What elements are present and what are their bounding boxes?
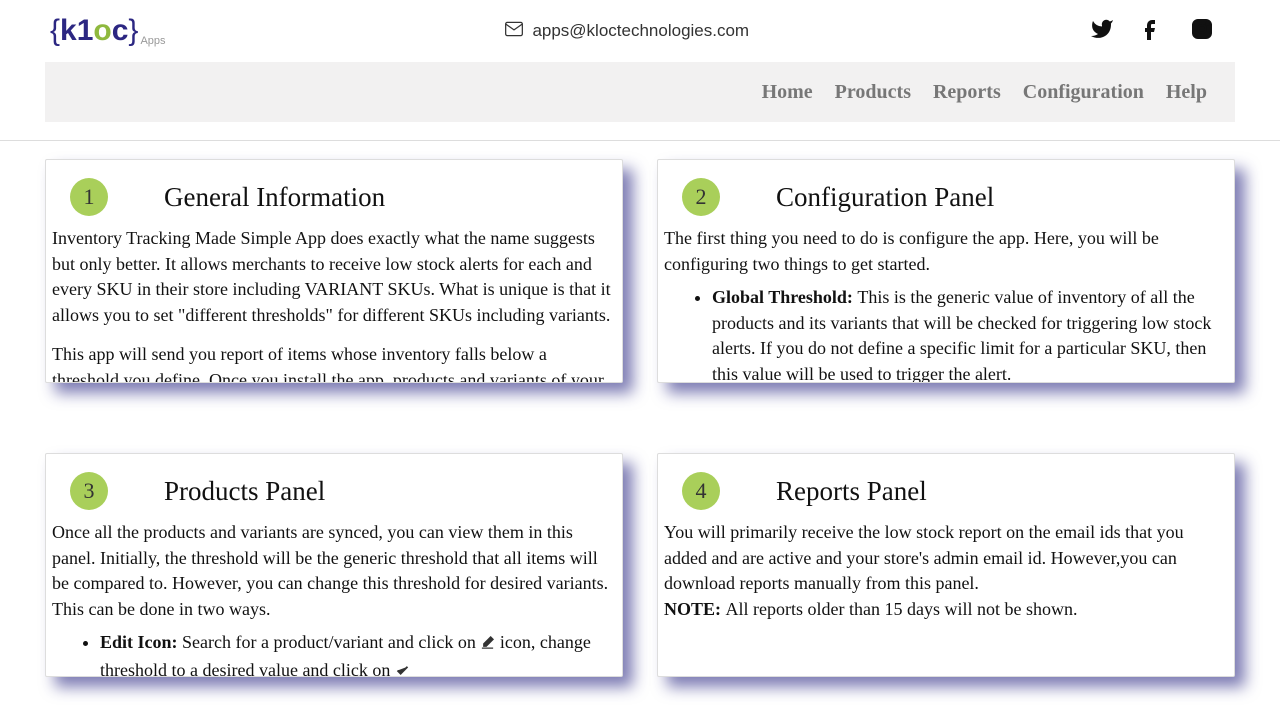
- nav-help[interactable]: Help: [1166, 81, 1207, 104]
- card-products-panel: 3 Products Panel Once all the products a…: [45, 453, 623, 677]
- item-label: Edit Icon:: [100, 632, 182, 652]
- card-text: Inventory Tracking Made Simple App does …: [52, 226, 616, 328]
- social-links: [1090, 17, 1230, 46]
- instagram-icon[interactable]: [1190, 17, 1214, 46]
- card-text: This app will send you report of items w…: [52, 342, 616, 383]
- contact-email[interactable]: apps@kloctechnologies.com: [504, 19, 749, 44]
- envelope-icon: [504, 19, 524, 44]
- list-item: Edit Icon: Search for a product/variant …: [100, 630, 616, 677]
- top-bar: {k1oc}Apps apps@kloctechnologies.com: [0, 0, 1280, 62]
- item-text-a: Search for a product/variant and click o…: [182, 632, 480, 652]
- twitter-icon[interactable]: [1090, 17, 1114, 46]
- nav-home[interactable]: Home: [762, 81, 813, 104]
- edit-icon: [480, 632, 495, 658]
- card-text: Once all the products and variants are s…: [52, 520, 616, 622]
- step-badge: 3: [70, 472, 108, 510]
- card-reports-panel: 4 Reports Panel You will primarily recei…: [657, 453, 1235, 677]
- logo[interactable]: {k1oc}Apps: [50, 14, 164, 48]
- note-text: All reports older than 15 days will not …: [726, 599, 1078, 619]
- step-badge: 4: [682, 472, 720, 510]
- step-badge: 2: [682, 178, 720, 216]
- facebook-icon[interactable]: [1140, 17, 1164, 46]
- card-title: Configuration Panel: [776, 182, 994, 213]
- list-item: Global Threshold: This is the generic va…: [712, 285, 1228, 383]
- card-text: You will primarily receive the low stock…: [664, 520, 1228, 597]
- step-badge: 1: [70, 178, 108, 216]
- note-label: NOTE:: [664, 599, 726, 619]
- nav-configuration[interactable]: Configuration: [1023, 81, 1144, 104]
- card-general-info: 1 General Information Inventory Tracking…: [45, 159, 623, 383]
- card-title: Products Panel: [164, 476, 325, 507]
- card-note: NOTE: All reports older than 15 days wil…: [664, 597, 1228, 623]
- card-title: General Information: [164, 182, 385, 213]
- card-text: The first thing you need to do is config…: [664, 226, 1228, 277]
- nav-reports[interactable]: Reports: [933, 81, 1001, 104]
- card-configuration-panel: 2 Configuration Panel The first thing yo…: [657, 159, 1235, 383]
- check-icon: [395, 660, 410, 677]
- main-nav: Home Products Reports Configuration Help: [45, 62, 1235, 122]
- nav-products[interactable]: Products: [835, 81, 911, 104]
- item-label: Global Threshold:: [712, 287, 857, 307]
- card-title: Reports Panel: [776, 476, 927, 507]
- email-text: apps@kloctechnologies.com: [532, 21, 749, 41]
